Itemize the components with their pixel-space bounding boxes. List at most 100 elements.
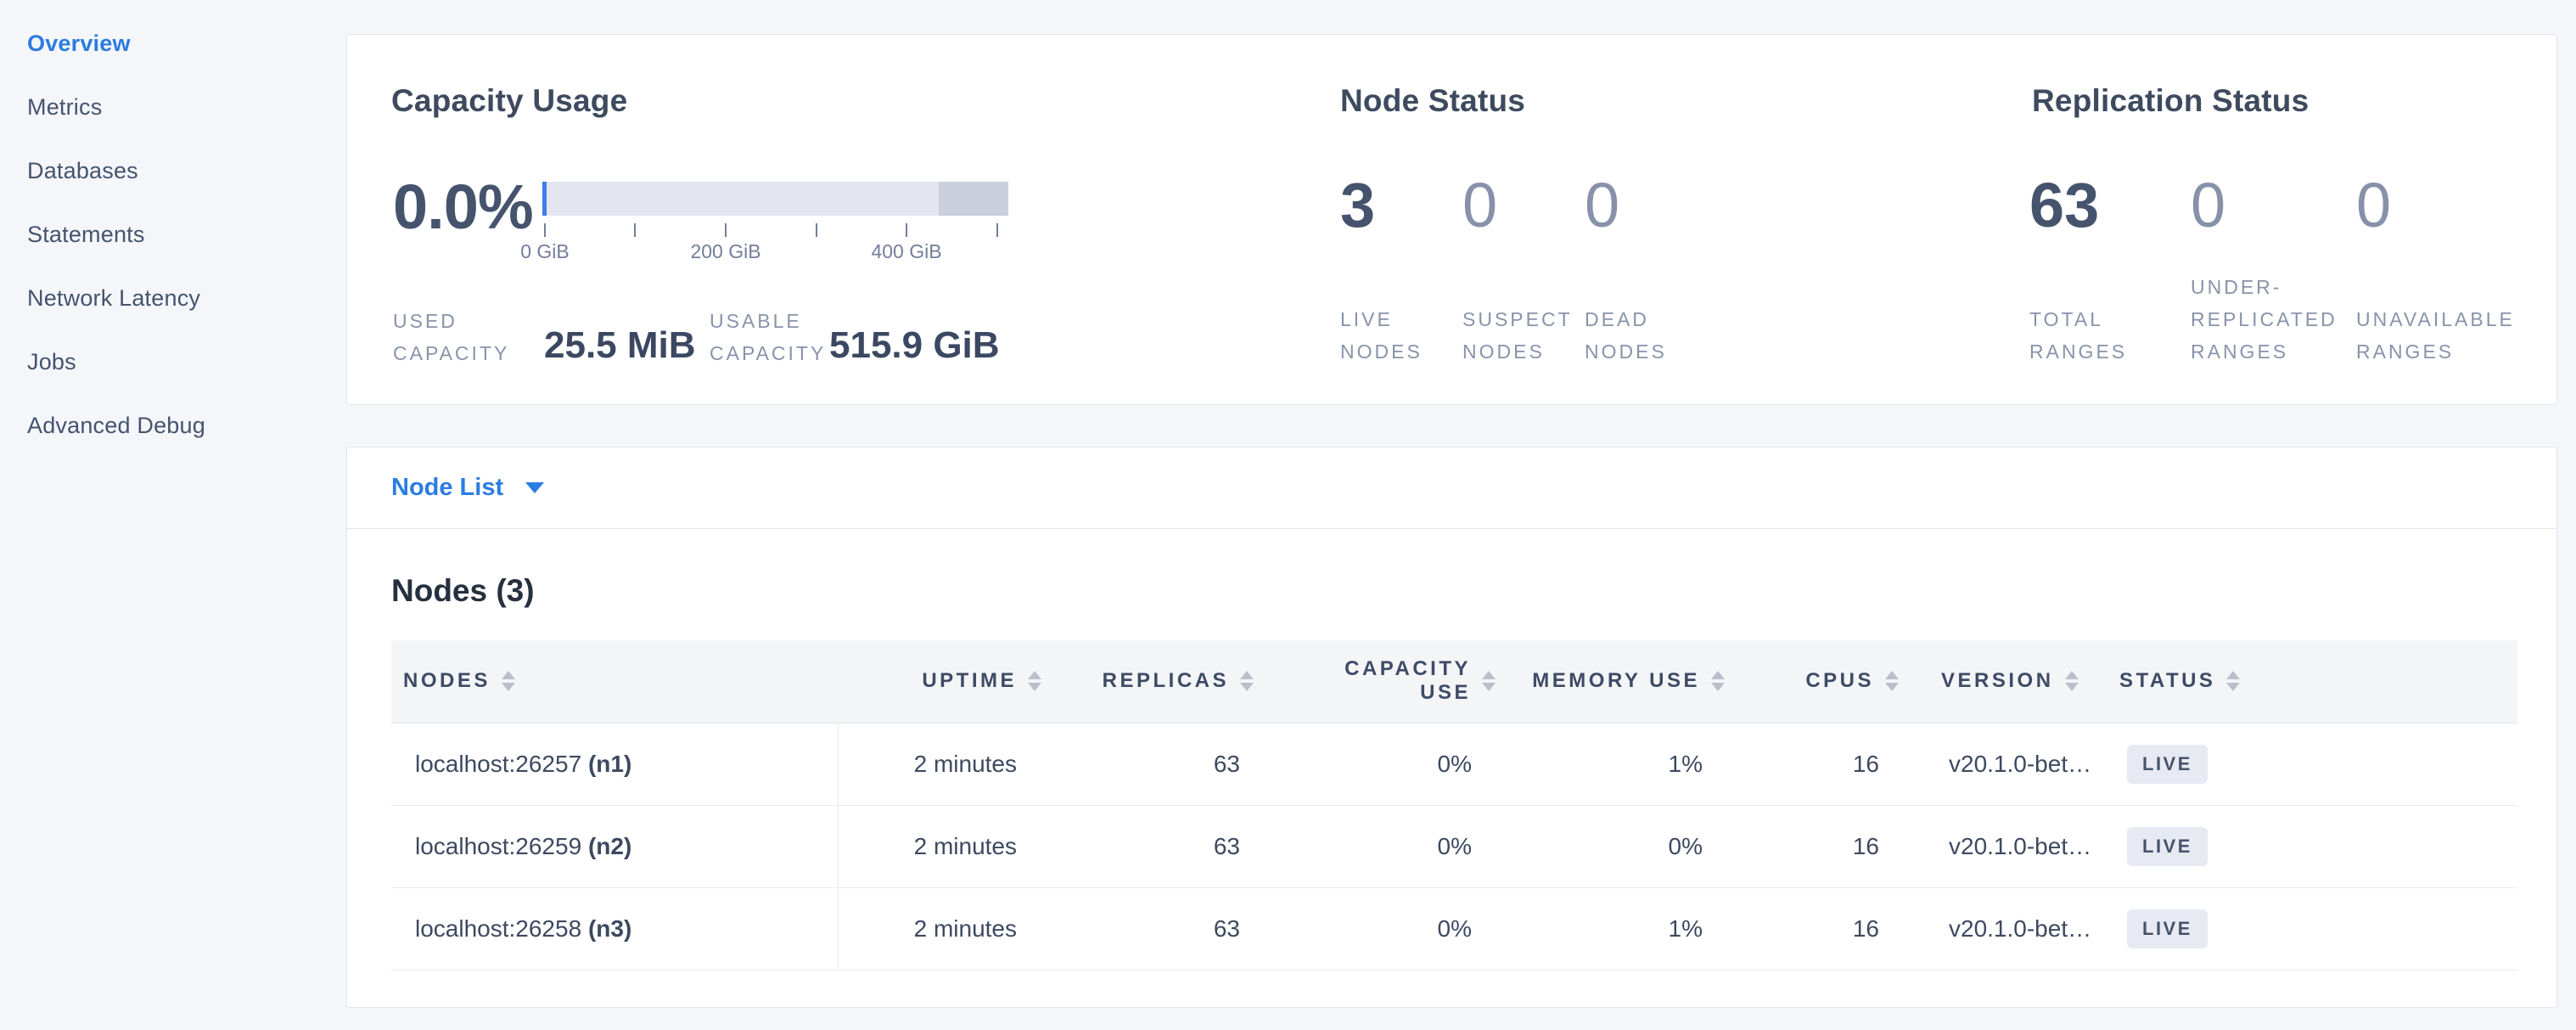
nodes-count-heading: Nodes (3) bbox=[391, 573, 535, 609]
node-address: localhost:26259 bbox=[415, 833, 581, 859]
status-badge: LIVE bbox=[2127, 745, 2208, 784]
memory-use-header-label: MEMORY USE bbox=[1532, 669, 1700, 693]
replicas-header-label: REPLICAS bbox=[1103, 669, 1229, 693]
cpus-cell: 16 bbox=[1737, 723, 1911, 805]
column-header-uptime[interactable]: UPTIME bbox=[838, 640, 1053, 723]
nodes-table: NODES UPTIME REPLICAS CAPACITY USE MEMOR… bbox=[391, 640, 2517, 971]
sort-icon bbox=[2226, 671, 2240, 691]
status-header-label: STATUS bbox=[2119, 669, 2215, 693]
view-selector-dropdown[interactable]: Node List bbox=[347, 447, 2556, 529]
chevron-down-icon bbox=[525, 482, 544, 493]
sort-icon bbox=[2065, 671, 2079, 691]
live-nodes-count: 3 bbox=[1340, 174, 1462, 237]
node-address-cell: localhost:26258 (n3) bbox=[391, 887, 838, 970]
sidebar-item-statements[interactable]: Statements bbox=[27, 203, 346, 267]
dead-nodes-stat: 0 DEAD NODES bbox=[1585, 174, 1667, 368]
table-row: localhost:26259 (n2) 2 minutes 63 0% 0% … bbox=[391, 805, 2517, 887]
node-address: localhost:26257 bbox=[415, 751, 581, 777]
sort-icon bbox=[1482, 671, 1496, 691]
replicas-cell: 63 bbox=[1053, 723, 1266, 805]
status-cell: LIVE bbox=[2106, 723, 2517, 805]
node-link[interactable]: localhost:26259 (n2) bbox=[415, 833, 631, 859]
dead-nodes-label: DEAD NODES bbox=[1585, 303, 1667, 368]
status-cell: LIVE bbox=[2106, 887, 2517, 970]
uptime-cell: 2 minutes bbox=[838, 723, 1053, 805]
node-address: localhost:26258 bbox=[415, 915, 581, 942]
sidebar-item-advanced-debug[interactable]: Advanced Debug bbox=[27, 394, 346, 458]
live-nodes-label: LIVE NODES bbox=[1340, 303, 1462, 368]
column-header-memory-use[interactable]: MEMORY USE bbox=[1507, 640, 1737, 723]
capacity-usage-bar-chart bbox=[542, 182, 1008, 216]
capacity-use-cell: 0% bbox=[1266, 723, 1507, 805]
usable-capacity-label: USABLE CAPACITY bbox=[710, 305, 829, 369]
suspect-nodes-stat: 0 SUSPECT NODES bbox=[1462, 174, 1585, 368]
total-ranges-count: 63 bbox=[2029, 174, 2191, 237]
node-link[interactable]: localhost:26258 (n3) bbox=[415, 915, 631, 942]
nodes-header-label: NODES bbox=[403, 669, 491, 693]
used-capacity-value: 25.5 MiB bbox=[544, 327, 710, 364]
axis-tick bbox=[634, 223, 636, 237]
total-ranges-label: TOTAL RANGES bbox=[2029, 303, 2191, 368]
node-status-title: Node Status bbox=[1340, 83, 1525, 119]
capacity-bar-used-segment bbox=[542, 182, 547, 216]
node-status-stats: 3 LIVE NODES 0 SUSPECT NODES 0 DEAD NODE… bbox=[1340, 174, 1667, 368]
under-replicated-label: UNDER- REPLICATED RANGES bbox=[2191, 271, 2356, 368]
status-cell: LIVE bbox=[2106, 805, 2517, 887]
node-name: (n1) bbox=[588, 751, 631, 777]
replication-status-title: Replication Status bbox=[2032, 83, 2309, 119]
memory-use-cell: 1% bbox=[1507, 723, 1737, 805]
uptime-header-label: UPTIME bbox=[922, 669, 1017, 693]
sort-icon bbox=[1711, 671, 1725, 691]
dead-nodes-count: 0 bbox=[1585, 174, 1667, 237]
axis-tick bbox=[725, 223, 727, 237]
capacity-use-cell: 0% bbox=[1266, 805, 1507, 887]
sort-icon bbox=[1885, 671, 1899, 691]
column-header-capacity-use[interactable]: CAPACITY USE bbox=[1266, 640, 1507, 723]
unavailable-label: UNAVAILABLE RANGES bbox=[2356, 303, 2515, 368]
axis-label-0gib: 0 GiB bbox=[520, 240, 570, 263]
live-nodes-stat: 3 LIVE NODES bbox=[1340, 174, 1462, 368]
node-name: (n2) bbox=[588, 833, 631, 859]
cpus-cell: 16 bbox=[1737, 887, 1911, 970]
total-ranges-stat: 63 TOTAL RANGES bbox=[2029, 174, 2191, 368]
node-list-card: Node List Nodes (3) NODES UPTIME REPLICA… bbox=[346, 447, 2557, 1008]
sidebar-item-metrics[interactable]: Metrics bbox=[27, 76, 346, 139]
replicas-cell: 63 bbox=[1053, 805, 1266, 887]
column-header-replicas[interactable]: REPLICAS bbox=[1053, 640, 1266, 723]
axis-label-400gib: 400 GiB bbox=[871, 240, 941, 263]
memory-use-cell: 0% bbox=[1507, 805, 1737, 887]
capacity-bar-nonusable-segment bbox=[939, 182, 1008, 216]
suspect-nodes-label: SUSPECT NODES bbox=[1462, 303, 1585, 368]
sort-icon bbox=[502, 671, 515, 691]
uptime-cell: 2 minutes bbox=[838, 805, 1053, 887]
node-link[interactable]: localhost:26257 (n1) bbox=[415, 751, 631, 777]
used-capacity-label: USED CAPACITY bbox=[393, 305, 544, 369]
node-address-cell: localhost:26257 (n1) bbox=[391, 723, 838, 805]
capacity-stats: USED CAPACITY 25.5 MiB USABLE CAPACITY 5… bbox=[393, 305, 1000, 369]
column-header-nodes[interactable]: NODES bbox=[391, 640, 838, 723]
axis-tick bbox=[906, 223, 907, 237]
view-selector-label: Node List bbox=[391, 474, 503, 502]
cluster-summary-card: Capacity Usage 0.0% 0 GiB 200 GiB 400 Gi… bbox=[346, 34, 2557, 405]
sidebar-item-jobs[interactable]: Jobs bbox=[27, 330, 346, 394]
column-header-status[interactable]: STATUS bbox=[2106, 640, 2517, 723]
table-header-row: NODES UPTIME REPLICAS CAPACITY USE MEMOR… bbox=[391, 640, 2517, 723]
sidebar-item-network-latency[interactable]: Network Latency bbox=[27, 267, 346, 330]
capacity-usage-title: Capacity Usage bbox=[391, 83, 627, 119]
replication-stats: 63 TOTAL RANGES 0 UNDER- REPLICATED RANG… bbox=[2029, 174, 2515, 368]
status-badge: LIVE bbox=[2127, 909, 2208, 948]
replicas-cell: 63 bbox=[1053, 887, 1266, 970]
column-header-version[interactable]: VERSION bbox=[1911, 640, 2106, 723]
unavailable-count: 0 bbox=[2356, 174, 2515, 237]
axis-tick bbox=[816, 223, 817, 237]
axis-label-200gib: 200 GiB bbox=[690, 240, 760, 263]
axis-tick bbox=[544, 223, 546, 237]
status-badge: LIVE bbox=[2127, 827, 2208, 866]
version-header-label: VERSION bbox=[1941, 669, 2054, 693]
memory-use-cell: 1% bbox=[1507, 887, 1737, 970]
sidebar-item-databases[interactable]: Databases bbox=[27, 139, 346, 203]
column-header-cpus[interactable]: CPUS bbox=[1737, 640, 1911, 723]
version-cell: v20.1.0-bet… bbox=[1911, 805, 2106, 887]
sidebar-item-overview[interactable]: Overview bbox=[27, 12, 346, 76]
sort-icon bbox=[1028, 671, 1041, 691]
